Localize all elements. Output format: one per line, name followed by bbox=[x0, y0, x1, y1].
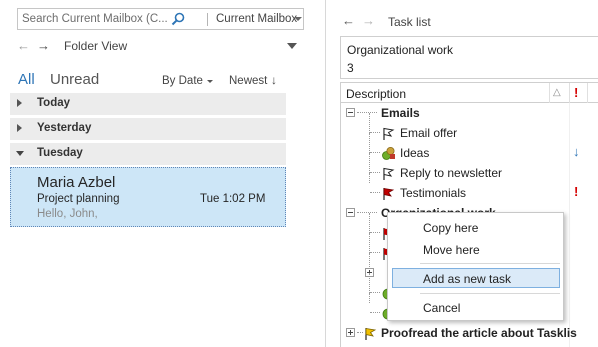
tree-line bbox=[370, 252, 380, 253]
group-label: Today bbox=[37, 97, 71, 109]
tree-line bbox=[370, 232, 380, 233]
tree-line bbox=[369, 113, 370, 133]
task-pane-header: ← → Task list bbox=[342, 12, 592, 30]
group-label: Yesterday bbox=[37, 122, 92, 134]
tree-label: Proofread the article about Tasklis bbox=[381, 326, 577, 340]
mail-item[interactable]: Maria Azbel Project planning Tue 1:02 PM… bbox=[10, 167, 286, 227]
column-separator bbox=[569, 83, 570, 103]
mail-filters: All Unread By Date Newest ↓ bbox=[18, 71, 286, 91]
tree-row-ideas[interactable]: Ideas ↓ bbox=[341, 133, 598, 163]
chevron-down-icon[interactable] bbox=[207, 80, 213, 83]
search-scope[interactable]: Current Mailbox bbox=[216, 13, 297, 25]
folder-nav: ← → Folder View bbox=[17, 37, 302, 55]
tree-line bbox=[369, 273, 370, 293]
flag-outline-icon[interactable] bbox=[381, 166, 396, 181]
tree-line bbox=[369, 293, 370, 303]
task-info-box: Organizational work 3 bbox=[340, 36, 598, 79]
menu-item-label: Copy here bbox=[423, 221, 479, 235]
task-group-icon[interactable] bbox=[381, 146, 396, 161]
expand-icon[interactable] bbox=[17, 124, 22, 132]
expand-icon[interactable] bbox=[346, 328, 355, 337]
column-separator bbox=[587, 83, 588, 103]
mail-sender: Maria Azbel bbox=[37, 174, 116, 191]
tree-label: Reply to newsletter bbox=[400, 166, 503, 180]
tree-line bbox=[370, 192, 380, 193]
expand-icon[interactable] bbox=[17, 99, 22, 107]
tree-line bbox=[369, 213, 370, 233]
mail-preview: Hello, John, bbox=[37, 208, 98, 220]
context-menu: Copy here Move here Add as new task Canc… bbox=[387, 212, 564, 321]
search-input[interactable]: Search Current Mailbox (C... bbox=[22, 13, 168, 25]
group-label: Tuesday bbox=[37, 147, 83, 159]
folder-view-label[interactable]: Folder View bbox=[64, 39, 127, 53]
column-priority[interactable]: ! bbox=[574, 85, 578, 100]
task-pane-title: Task list bbox=[388, 15, 431, 29]
group-header-today[interactable]: Today bbox=[10, 93, 286, 115]
column-description[interactable]: Description bbox=[346, 87, 406, 101]
forward-arrow-icon[interactable]: → bbox=[37, 38, 50, 53]
tree-label: Emails bbox=[381, 106, 420, 120]
high-priority-icon: ! bbox=[574, 184, 579, 199]
tree-line bbox=[370, 312, 380, 313]
tree-row-email-offer[interactable]: Email offer bbox=[341, 113, 598, 143]
collapse-icon[interactable] bbox=[16, 151, 24, 156]
menu-item-move-here[interactable]: Move here bbox=[392, 239, 560, 259]
tree-label: Email offer bbox=[400, 126, 458, 140]
chevron-down-icon[interactable] bbox=[294, 17, 302, 21]
column-separator bbox=[549, 83, 550, 103]
task-info-count: 3 bbox=[347, 61, 354, 75]
filter-unread-tab[interactable]: Unread bbox=[50, 71, 99, 88]
group-header-tuesday[interactable]: Tuesday bbox=[10, 143, 286, 165]
tree-line bbox=[369, 153, 370, 173]
tree-line bbox=[370, 292, 380, 293]
flag-yellow-icon[interactable] bbox=[363, 326, 378, 341]
sort-order-button[interactable]: Newest bbox=[229, 75, 267, 87]
grid-header: Description △ ! bbox=[341, 83, 598, 103]
menu-item-label: Move here bbox=[423, 243, 480, 257]
column-flag[interactable]: △ bbox=[553, 87, 561, 98]
group-header-yesterday[interactable]: Yesterday bbox=[10, 118, 286, 140]
collapse-icon[interactable] bbox=[346, 208, 355, 217]
tree-row-testimonials[interactable]: Testimonials ! bbox=[341, 173, 598, 203]
mail-pane: Search Current Mailbox (C... Current Mai… bbox=[0, 0, 305, 347]
tree-row-reply-newsletter[interactable]: Reply to newsletter bbox=[341, 153, 598, 183]
flag-outline-icon[interactable] bbox=[381, 126, 396, 141]
tree-line bbox=[369, 173, 370, 183]
forward-arrow-icon[interactable]: → bbox=[362, 13, 375, 28]
collapse-icon[interactable] bbox=[346, 108, 355, 117]
low-priority-icon: ↓ bbox=[573, 144, 580, 159]
mail-subject: Project planning bbox=[37, 193, 120, 205]
filter-all-tab[interactable]: All bbox=[18, 71, 35, 88]
search-separator bbox=[207, 13, 208, 26]
tree-row-emails[interactable]: Emails bbox=[341, 103, 598, 123]
sort-by-date-button[interactable]: By Date bbox=[162, 75, 203, 87]
tree-line bbox=[370, 152, 380, 153]
mail-time: Tue 1:02 PM bbox=[200, 193, 266, 205]
search-icon[interactable] bbox=[171, 12, 185, 26]
tree-label: Testimonials bbox=[400, 186, 467, 200]
sort-arrow-icon[interactable]: ↓ bbox=[271, 73, 277, 87]
back-arrow-icon[interactable]: ← bbox=[17, 38, 30, 53]
menu-item-copy-here[interactable]: Copy here bbox=[392, 217, 560, 237]
tree-line bbox=[357, 112, 377, 113]
tree-line bbox=[369, 233, 370, 253]
menu-item-label: Add as new task bbox=[423, 272, 512, 286]
menu-item-add-as-new-task[interactable]: Add as new task bbox=[392, 268, 560, 288]
search-box[interactable]: Search Current Mailbox (C... Current Mai… bbox=[17, 8, 304, 30]
dropdown-icon[interactable] bbox=[287, 43, 297, 49]
tree-line bbox=[357, 212, 377, 213]
tree-row-proofread[interactable]: Proofread the article about Tasklis bbox=[341, 323, 598, 343]
tree-line bbox=[369, 133, 370, 153]
menu-item-cancel[interactable]: Cancel bbox=[392, 297, 560, 317]
menu-separator bbox=[420, 293, 560, 294]
menu-separator bbox=[420, 263, 560, 264]
tree-line bbox=[370, 132, 380, 133]
task-info-name: Organizational work bbox=[347, 43, 454, 57]
tree-line bbox=[370, 172, 380, 173]
tree-label: Ideas bbox=[400, 146, 430, 160]
back-arrow-icon[interactable]: ← bbox=[342, 13, 355, 28]
menu-item-label: Cancel bbox=[423, 301, 461, 315]
flag-red-icon[interactable] bbox=[381, 186, 396, 201]
